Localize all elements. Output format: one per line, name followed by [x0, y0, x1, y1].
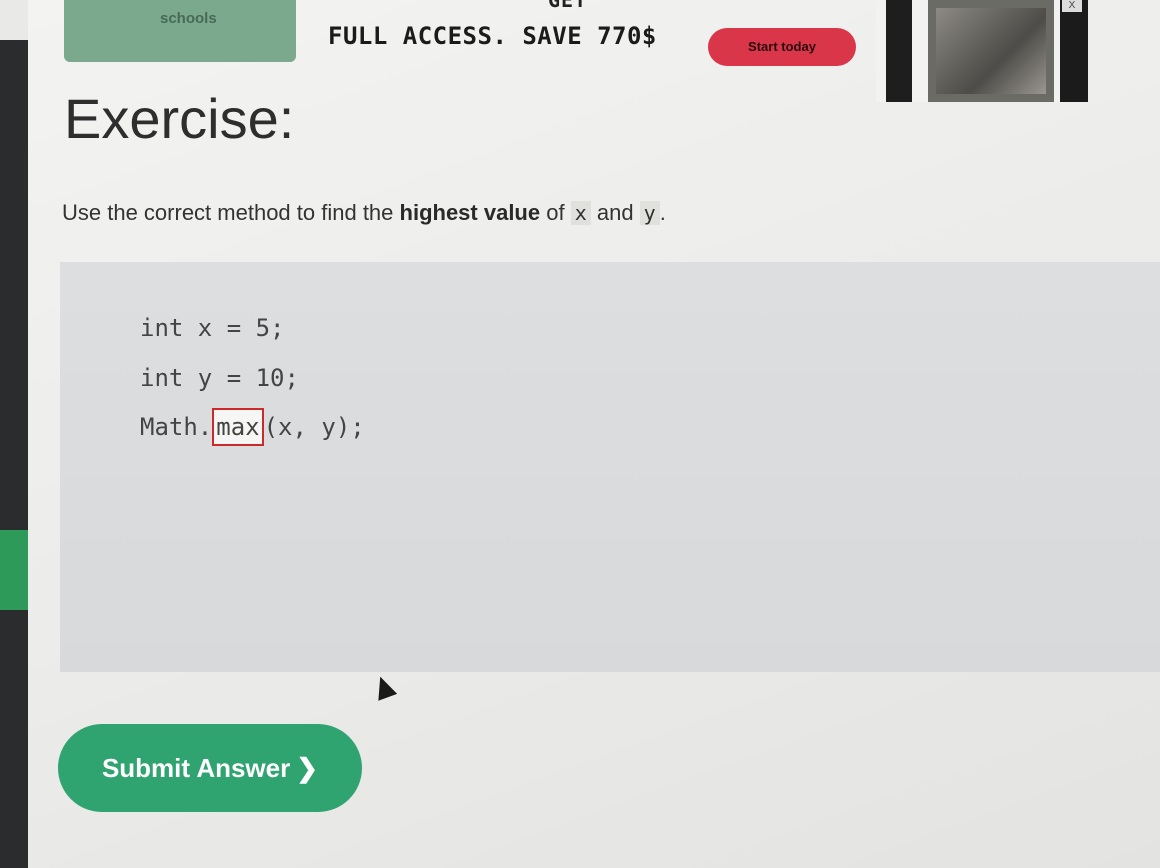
- left-screen-edge: [0, 40, 28, 868]
- code-line-3: Math. max (x, y);: [140, 408, 365, 446]
- code-editor: int x = 5; int y = 10; Math. max (x, y);: [60, 262, 1160, 672]
- answer-input[interactable]: max: [212, 408, 264, 446]
- instruction-end: .: [659, 200, 666, 225]
- instruction-and: and: [590, 200, 640, 225]
- page: schools GET FULL ACCESS. SAVE 770$ Start…: [28, 0, 1160, 868]
- instruction-bold: highest value: [399, 200, 541, 225]
- chevron-right-icon: ❯: [296, 753, 319, 783]
- code-line-3-prefix: Math.: [140, 413, 213, 441]
- logo-box[interactable]: schools: [64, 0, 296, 62]
- submit-label: Submit Answer: [101, 753, 291, 783]
- ad-image-photo: [936, 8, 1046, 94]
- logo-text: schools: [160, 10, 217, 27]
- ad-banner: schools GET FULL ACCESS. SAVE 770$ Start…: [28, 0, 1160, 102]
- mouse-cursor-icon: [370, 673, 398, 701]
- promo-top-text: GET: [548, 0, 588, 12]
- start-today-button[interactable]: Start today: [708, 28, 856, 66]
- var-x: x: [570, 201, 591, 225]
- code-line-2: int y = 10;: [140, 364, 299, 392]
- code-line-1: int x = 5;: [140, 314, 285, 342]
- exercise-instruction: Use the correct method to find the highe…: [62, 200, 666, 226]
- code-line-3-suffix: (x, y);: [263, 413, 365, 441]
- promo-text: FULL ACCESS. SAVE 770$: [328, 22, 657, 50]
- submit-answer-button[interactable]: Submit Answer ❯: [58, 724, 362, 812]
- instruction-text: Use the correct method to find the: [62, 200, 400, 225]
- var-y: y: [639, 201, 660, 225]
- ad-close-icon[interactable]: X: [1062, 0, 1082, 12]
- left-edge-accent: [0, 530, 28, 610]
- instruction-of: of: [540, 200, 571, 225]
- exercise-title: Exercise:: [64, 87, 295, 150]
- ad-image[interactable]: [876, 0, 1088, 102]
